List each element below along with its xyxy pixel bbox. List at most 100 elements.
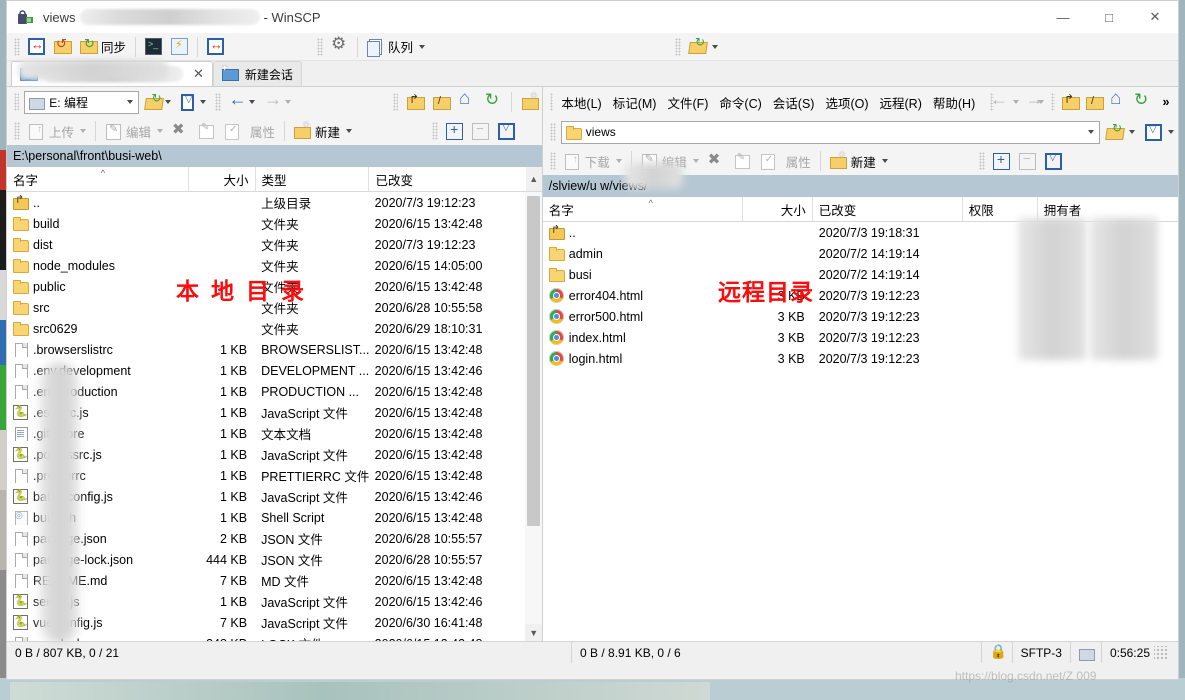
remote-path-grip[interactable]	[549, 123, 556, 141]
table-row[interactable]: .env.development 1 KB DEVELOPMENT ... 2020/…	[7, 360, 525, 381]
local-new-button[interactable]: 新建	[290, 119, 356, 143]
menu-item-0[interactable]: 本地(L)	[556, 90, 606, 115]
remote-select-grip[interactable]	[978, 152, 985, 170]
table-row[interactable]: .. 2020/7/3 19:18:31	[543, 222, 1178, 243]
menu-item-2[interactable]: 文件(F)	[662, 90, 713, 115]
synchronize-panels-button[interactable]	[24, 35, 49, 59]
menu-grip[interactable]	[549, 93, 554, 111]
local-refresh-button[interactable]	[481, 90, 505, 114]
local-ops-grip[interactable]	[14, 122, 20, 140]
local-dirnav-grip[interactable]	[392, 93, 398, 111]
local-drive-chevron-down-icon[interactable]	[121, 91, 137, 113]
remote-root-directory-button[interactable]	[1082, 90, 1106, 114]
local-edit-button[interactable]: 编辑	[101, 119, 167, 143]
remote-duplicate-button[interactable]	[756, 149, 781, 173]
table-row[interactable]: .gitignore 1 KB 文本文档 2020/6/15 13:42:48	[7, 423, 525, 444]
title-bar[interactable]: views - WinSCP — □ ✕	[7, 1, 1178, 33]
local-vertical-scrollbar[interactable]: ▼	[524, 192, 543, 641]
remote-open-directory-button[interactable]	[1102, 120, 1139, 144]
table-row[interactable]: vue.config.js 7 KB JavaScript 文件 2020/6/30 …	[7, 612, 525, 633]
remote-delete-button[interactable]	[704, 149, 729, 173]
maximize-button[interactable]: □	[1086, 1, 1132, 33]
status-elapsed-time[interactable]: 0:56:25	[1100, 641, 1178, 664]
edit-chevron-down-icon[interactable]	[157, 129, 164, 133]
forward-chevron-down-icon[interactable]	[284, 100, 291, 104]
local-scroll-up-arrow[interactable]: ▲	[525, 167, 542, 191]
remote-forward-button[interactable]	[1023, 89, 1049, 114]
local-file-list[interactable]: .. 上级目录 2020/7/3 19:12:23 build 文件夹 2020/6/15…	[7, 192, 525, 641]
local-nav-grip[interactable]	[215, 93, 221, 111]
menu-overflow-button[interactable]: »	[1154, 90, 1178, 114]
resize-gripper[interactable]	[1154, 645, 1168, 660]
remote-ops-grip[interactable]	[549, 152, 556, 170]
session-tab-active[interactable]: ✕	[11, 61, 213, 86]
table-row[interactable]: README.md 7 KB MD 文件 2020/6/15 13:42:48	[7, 570, 525, 591]
toolbar-grip-2[interactable]	[317, 37, 324, 56]
local-open-directory-button[interactable]	[141, 90, 174, 114]
local-delete-button[interactable]	[168, 119, 193, 143]
remote-directory-chevron-down-icon[interactable]	[1082, 121, 1097, 143]
new-chevron-down-icon[interactable]	[346, 129, 353, 133]
remote-col-owner[interactable]: 拥有者	[1038, 197, 1148, 221]
local-rename-button[interactable]	[194, 119, 219, 143]
menu-item-3[interactable]: 命令(C)	[714, 90, 766, 115]
remote-edit-chevron-down-icon[interactable]	[692, 159, 699, 163]
synchronize-browsing-button[interactable]	[50, 35, 75, 59]
menu-item-6[interactable]: 远程(R)	[875, 90, 927, 115]
local-scroll-thumb[interactable]	[527, 196, 541, 526]
table-row[interactable]: node_modules 文件夹 2020/6/15 14:05:00	[7, 255, 525, 276]
toolbar-grip[interactable]	[14, 37, 20, 56]
remote-parent-directory-button[interactable]	[1058, 90, 1082, 114]
local-col-size[interactable]: 大小	[189, 167, 256, 191]
remote-path-bar[interactable]: /slview/u w/views/	[542, 175, 1178, 197]
local-home-directory-button[interactable]	[455, 88, 479, 114]
remote-col-name[interactable]: 名字 ^	[543, 197, 743, 221]
remote-open-directory-chevron-down-icon[interactable]	[1129, 130, 1135, 134]
remote-col-changed[interactable]: 已改变	[813, 197, 963, 221]
table-row[interactable]: build.sh 1 KB Shell Script 2020/6/15 13:42:…	[7, 507, 525, 528]
local-filter-button[interactable]	[177, 90, 210, 114]
status-encryption[interactable]	[980, 641, 1012, 664]
local-path-bar[interactable]: E:\personal\front\busi-web\	[7, 145, 542, 167]
menu-item-7[interactable]: 帮助(H)	[928, 90, 980, 115]
table-row[interactable]: src 文件夹 2020/6/28 10:55:58	[7, 297, 525, 318]
table-row[interactable]: package.json 2 KB JSON 文件 2020/6/28 10:55:5…	[7, 528, 525, 549]
minimize-button[interactable]: —	[1040, 1, 1086, 33]
local-properties-button[interactable]: 属性	[246, 119, 279, 143]
menu-item-5[interactable]: 选项(O)	[820, 90, 873, 115]
table-row[interactable]: .env.production 1 KB PRODUCTION ... 2020/6/…	[7, 381, 525, 402]
local-back-button[interactable]	[226, 89, 259, 114]
local-col-changed[interactable]: 已改变	[369, 167, 525, 191]
local-select-grip[interactable]	[432, 122, 439, 140]
remote-edit-button[interactable]: 编辑	[637, 149, 703, 173]
upload-chevron-down-icon[interactable]	[80, 129, 87, 133]
remote-col-size[interactable]: 大小	[743, 197, 813, 221]
table-row[interactable]: dist 文件夹 2020/7/3 19:12:23	[7, 234, 525, 255]
local-col-type[interactable]: 类型	[256, 167, 370, 191]
remote-back-chevron-down-icon[interactable]	[1012, 100, 1019, 104]
toolbar-grip-3[interactable]	[675, 37, 682, 56]
table-row[interactable]: public 文件夹 2020/6/15 13:42:48	[7, 276, 525, 297]
remote-rename-button[interactable]	[730, 149, 755, 173]
local-scroll-down-button[interactable]: ▼	[525, 624, 543, 641]
remote-new-button[interactable]: 新建	[826, 149, 892, 173]
download-button[interactable]: 下载	[560, 149, 626, 173]
queue-button[interactable]: 队列	[363, 35, 429, 59]
local-select-mask-button[interactable]	[494, 119, 519, 143]
upload-button[interactable]: 上传	[24, 119, 90, 143]
table-row[interactable]: build 文件夹 2020/6/15 13:42:48	[7, 213, 525, 234]
refresh-button[interactable]	[203, 35, 228, 59]
close-button[interactable]: ✕	[1132, 1, 1178, 33]
download-chevron-down-icon[interactable]	[615, 159, 622, 163]
remote-col-permissions[interactable]: 权限	[963, 197, 1038, 221]
filter-chevron-down-icon[interactable]	[200, 100, 207, 104]
new-session-tab[interactable]: 新建会话	[212, 61, 302, 86]
local-col-name[interactable]: 名字 ^	[7, 167, 189, 191]
preferences-button[interactable]	[327, 34, 352, 59]
session-tab-close-icon[interactable]: ✕	[193, 66, 204, 82]
local-path-grip[interactable]	[14, 93, 20, 111]
table-row[interactable]: .prettierrc 1 KB PRETTIERRC 文件 2020/6/15 13…	[7, 465, 525, 486]
menu-item-4[interactable]: 会话(S)	[768, 90, 820, 115]
table-row[interactable]: yarn.lock 348 KBLOCK 文件2020/6/15 13:42:48	[7, 633, 525, 641]
local-root-directory-button[interactable]	[429, 90, 453, 114]
